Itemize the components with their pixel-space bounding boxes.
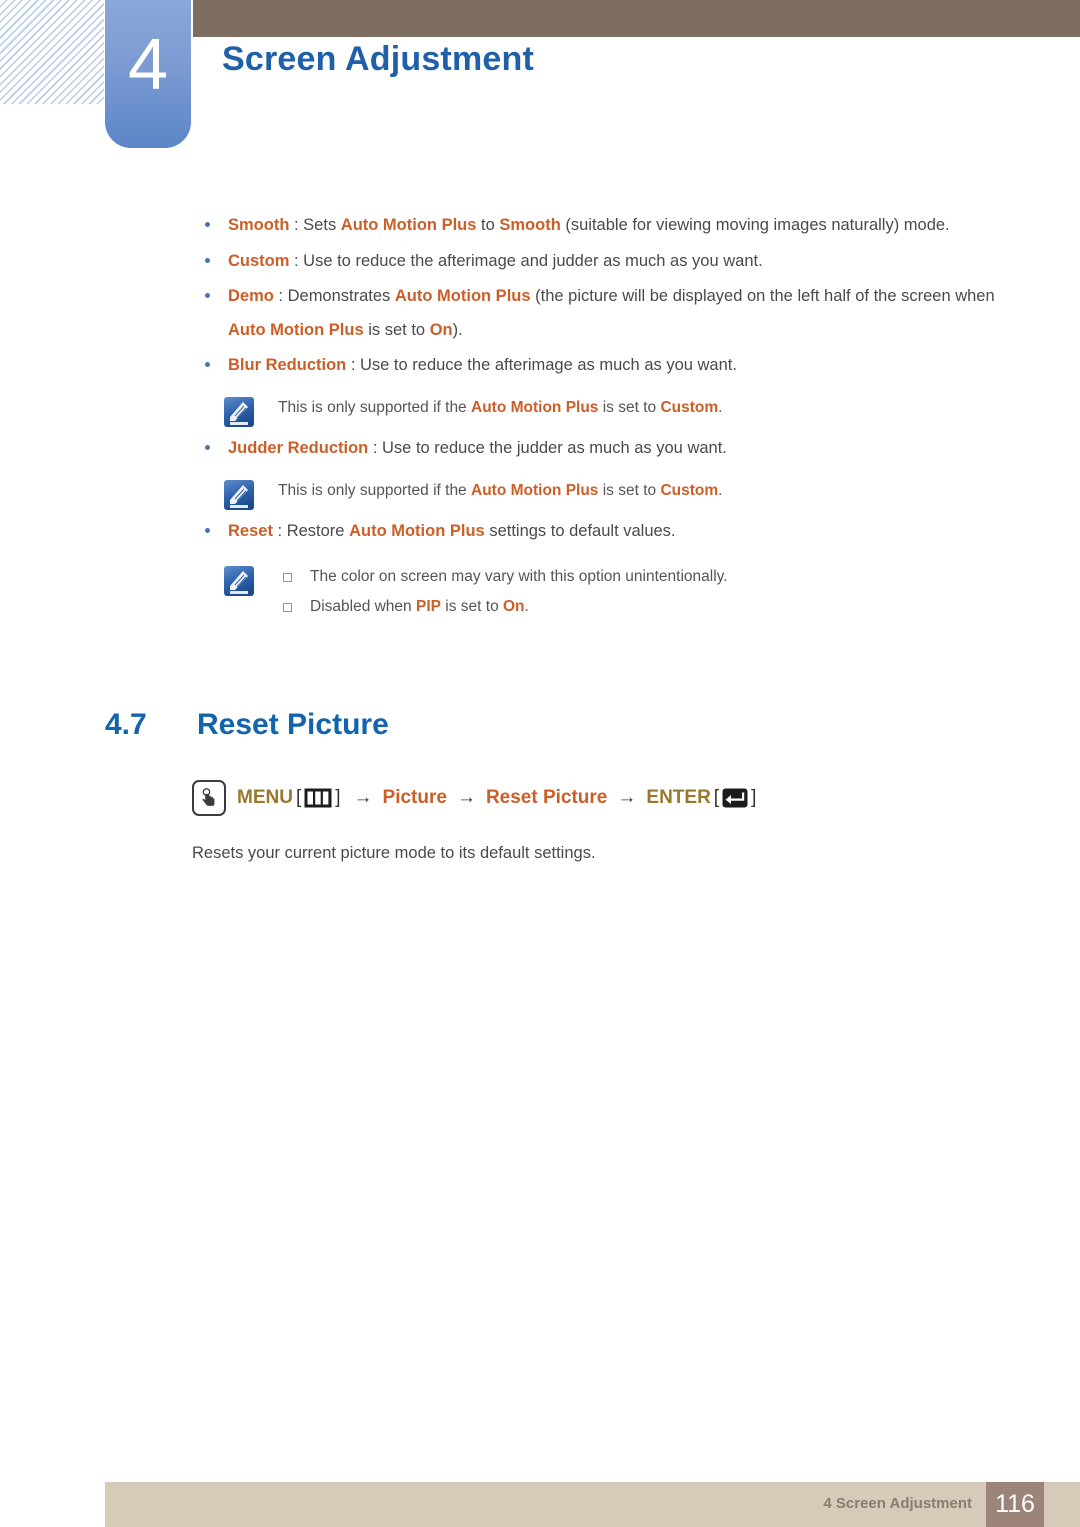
bullet-marker-icon xyxy=(205,528,210,533)
header-brown-bar xyxy=(193,0,1080,37)
bracket-close: ] xyxy=(335,787,341,808)
note-text: This is only supported if the Auto Motio… xyxy=(278,482,723,499)
bracket-open-2: [ xyxy=(713,787,720,808)
bullet-marker-icon xyxy=(205,222,210,227)
arrow-icon-3: → xyxy=(617,787,637,808)
section-title: Reset Picture xyxy=(197,708,389,741)
bullet-item-judder-reduction: Judder Reduction : Use to reduce the jud… xyxy=(0,431,1080,465)
square-bullet-icon xyxy=(283,603,292,612)
bullet-text: Smooth : Sets Auto Motion Plus to Smooth… xyxy=(228,216,950,234)
section-heading: 4.7 Reset Picture xyxy=(0,708,1080,742)
section-body-text: Resets your current picture mode to its … xyxy=(192,844,596,862)
menu-label: MENU xyxy=(237,787,293,808)
bullet-item-blur-reduction: Blur Reduction : Use to reduce the after… xyxy=(0,348,1080,382)
footer-page-number: 116 xyxy=(986,1482,1044,1527)
sub-note-color-warning: The color on screen may vary with this o… xyxy=(0,562,1080,592)
note-reset-group: The color on screen may vary with this o… xyxy=(0,562,1080,622)
bullet-marker-icon xyxy=(205,293,210,298)
menu-key-icon xyxy=(304,788,332,808)
sub-note-text: Disabled when PIP is set to On. xyxy=(310,598,529,615)
bullet-text: Demo : Demonstrates Auto Motion Plus (th… xyxy=(228,287,995,339)
square-bullet-icon xyxy=(283,573,292,582)
bullet-marker-icon xyxy=(205,258,210,263)
page-content: Smooth : Sets Auto Motion Plus to Smooth… xyxy=(0,150,1080,868)
bullet-item-reset: Reset : Restore Auto Motion Plus setting… xyxy=(0,514,1080,548)
arrow-icon-1: → xyxy=(353,787,373,808)
page-footer: 4 Screen Adjustment 116 xyxy=(105,1482,1080,1527)
enter-key-icon xyxy=(722,788,748,808)
menu-step-picture: Picture xyxy=(382,787,447,808)
note-blur-reduction: This is only supported if the Auto Motio… xyxy=(0,393,1080,427)
bracket-close-2: ] xyxy=(751,787,757,808)
bullet-text: Custom : Use to reduce the afterimage an… xyxy=(228,252,763,270)
section-number: 4.7 xyxy=(105,708,147,741)
decorative-hatch-pattern xyxy=(0,0,104,104)
note-icon xyxy=(223,479,255,511)
bracket-open: [ xyxy=(295,787,302,808)
bullet-marker-icon xyxy=(205,445,210,450)
chapter-number-badge: 4 xyxy=(105,0,191,148)
footer-chapter-label: 4 Screen Adjustment xyxy=(823,1495,972,1512)
note-icon xyxy=(223,396,255,428)
page-header: 4 Screen Adjustment xyxy=(0,0,1080,150)
note-text: This is only supported if the Auto Motio… xyxy=(278,399,723,416)
bullet-text: Reset : Restore Auto Motion Plus setting… xyxy=(228,522,676,540)
bullet-text: Judder Reduction : Use to reduce the jud… xyxy=(228,439,727,457)
bullet-text: Blur Reduction : Use to reduce the after… xyxy=(228,356,737,374)
menu-path: MENU [ ] → Picture → Reset Picture → ENT… xyxy=(0,780,1080,816)
sub-note-text: The color on screen may vary with this o… xyxy=(310,568,728,585)
hand-press-icon xyxy=(192,780,226,816)
bullet-item-demo: Demo : Demonstrates Auto Motion Plus (th… xyxy=(0,279,1080,347)
bullet-item-smooth: Smooth : Sets Auto Motion Plus to Smooth… xyxy=(0,208,1080,242)
note-judder-reduction: This is only supported if the Auto Motio… xyxy=(0,476,1080,510)
arrow-icon-2: → xyxy=(456,787,476,808)
bullet-item-custom: Custom : Use to reduce the afterimage an… xyxy=(0,244,1080,278)
bullet-marker-icon xyxy=(205,362,210,367)
enter-label: ENTER xyxy=(646,787,711,808)
menu-step-reset-picture: Reset Picture xyxy=(485,787,608,808)
chapter-title: Screen Adjustment xyxy=(222,40,534,78)
sub-note-pip-disabled: Disabled when PIP is set to On. xyxy=(0,592,1080,622)
